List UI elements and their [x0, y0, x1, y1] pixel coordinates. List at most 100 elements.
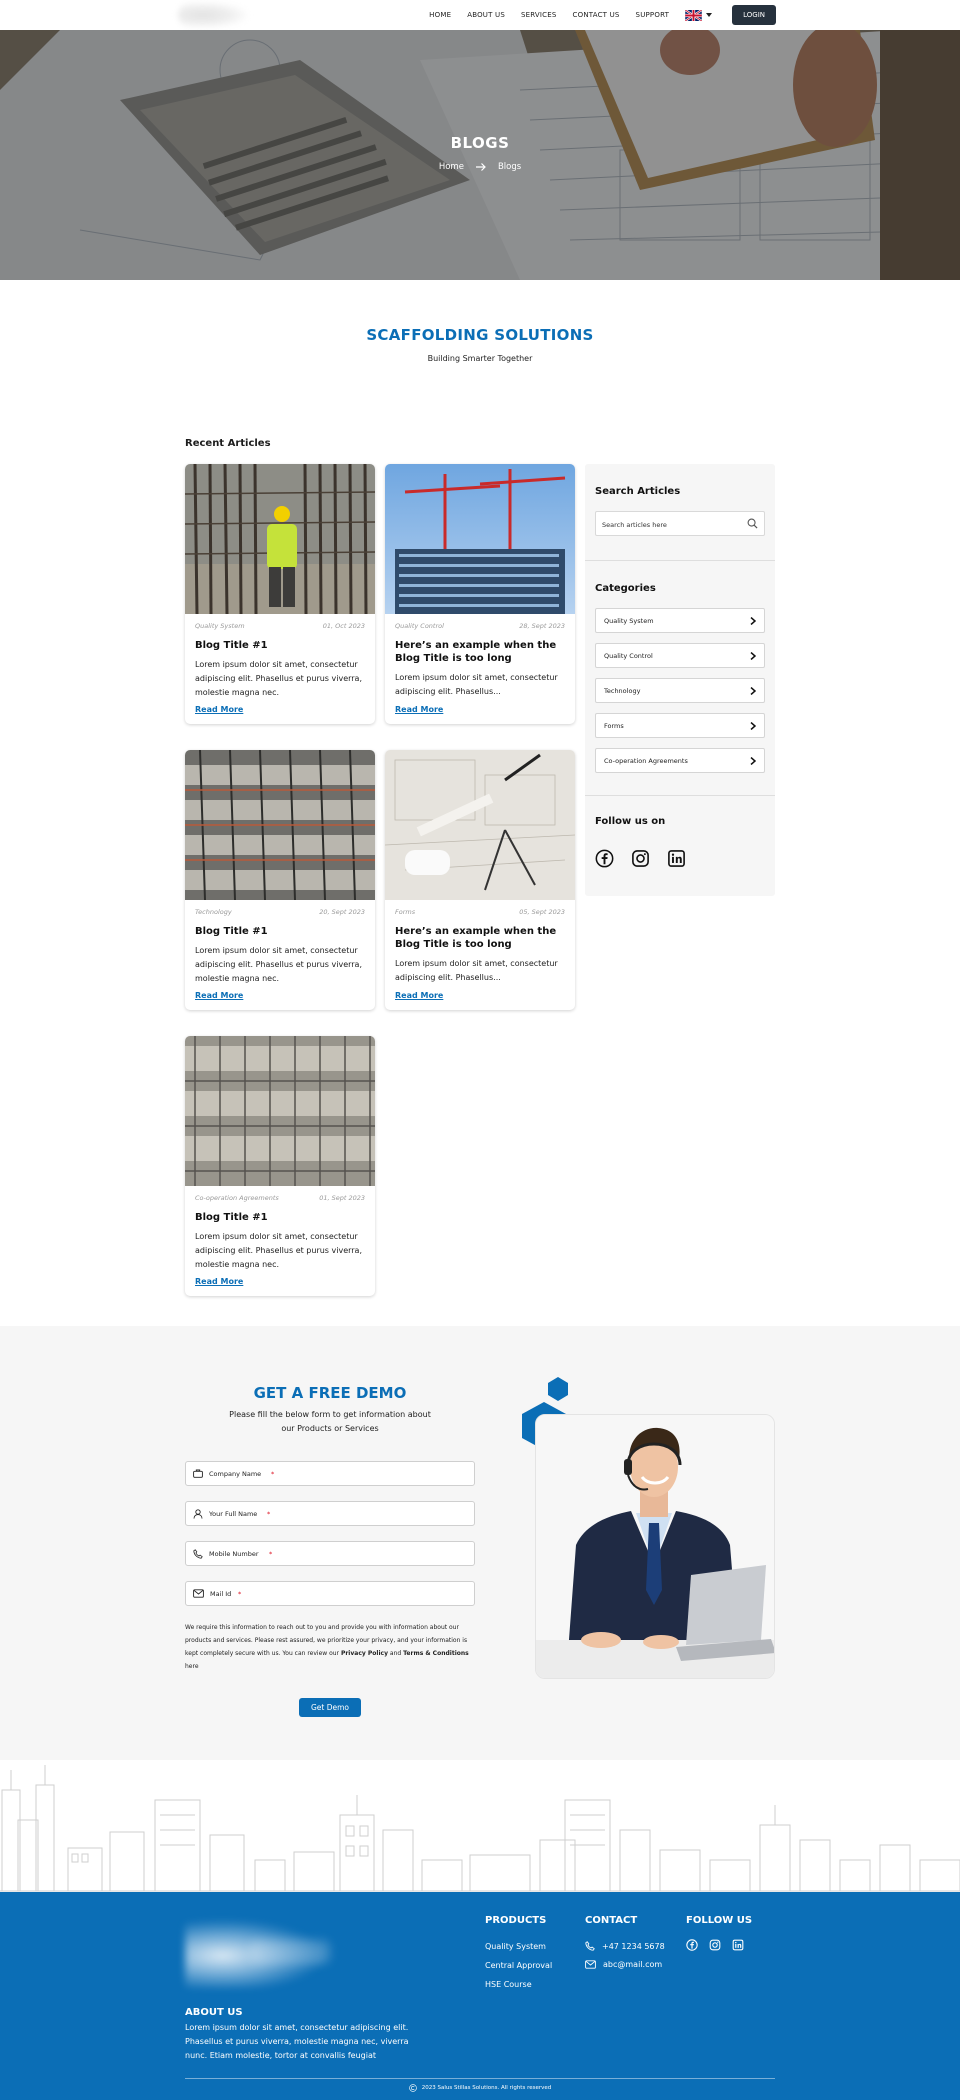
article-category: Forms — [395, 908, 416, 916]
sidebar-social-links — [595, 849, 686, 868]
nav-support[interactable]: SUPPORT — [636, 11, 670, 19]
footer-phone[interactable]: +47 1234 5678 — [585, 1941, 665, 1951]
terms-link[interactable]: Terms & Conditions — [403, 1650, 469, 1657]
site-logo[interactable] — [178, 2, 248, 28]
category-item[interactable]: Technology — [595, 678, 765, 703]
top-navigation: HOME ABOUT US SERVICES CONTACT US SUPPOR… — [0, 0, 960, 30]
company-name-field[interactable]: * — [185, 1461, 475, 1486]
facebook-icon[interactable] — [686, 1939, 698, 1951]
chevron-right-icon — [750, 686, 756, 695]
article-title[interactable]: Blog Title #1 — [185, 925, 375, 938]
footer-copyright: 2023 Salus Stillas Solutions. All rights… — [0, 2084, 960, 2092]
full-name-input[interactable] — [209, 1509, 265, 1518]
article-excerpt: Lorem ipsum dolor sit amet, consectetur … — [395, 959, 558, 982]
footer-email[interactable]: abc@mail.com — [585, 1960, 662, 1969]
hero-overlay — [0, 30, 960, 280]
article-date: 01, Sept 2023 — [319, 1194, 365, 1202]
phone-icon — [585, 1941, 595, 1951]
footer-product-link[interactable]: Quality System — [485, 1942, 546, 1951]
article-title[interactable]: Here’s an example when the Blog Title is… — [385, 639, 575, 665]
article-card[interactable]: Co-operation Agreements 01, Sept 2023 Bl… — [185, 1036, 375, 1296]
breadcrumb-home[interactable]: Home — [439, 162, 464, 172]
category-item[interactable]: Quality Control — [595, 643, 765, 668]
full-name-field[interactable]: * — [185, 1501, 475, 1526]
categories-heading: Categories — [595, 583, 656, 594]
search-icon[interactable] — [747, 518, 758, 529]
footer-follow-heading: FOLLOW US — [686, 1915, 753, 1926]
breadcrumb: Home Blogs — [0, 162, 960, 172]
chevron-right-icon — [750, 616, 756, 625]
nav-contact-us[interactable]: CONTACT US — [573, 11, 620, 19]
footer-about-heading: ABOUT US — [185, 2007, 243, 2018]
read-more-link[interactable]: Read More — [195, 705, 243, 714]
article-card[interactable]: Technology 20, Sept 2023 Blog Title #1 L… — [185, 750, 375, 1010]
article-meta: Co-operation Agreements 01, Sept 2023 — [185, 1194, 375, 1202]
mail-id-field[interactable]: * — [185, 1581, 475, 1606]
category-label: Co-operation Agreements — [604, 756, 688, 765]
mobile-number-field[interactable]: * — [185, 1541, 475, 1566]
intro-section: SCAFFOLDING SOLUTIONS Building Smarter T… — [0, 280, 960, 420]
facebook-icon[interactable] — [595, 849, 614, 868]
mail-icon — [193, 1589, 204, 1598]
article-card[interactable]: Forms 05, Sept 2023 Here’s an example wh… — [385, 750, 575, 1010]
mail-id-input[interactable] — [210, 1589, 236, 1598]
linkedin-icon[interactable] — [667, 849, 686, 868]
blog-sidebar: Search Articles Categories Quality Syste… — [585, 464, 775, 896]
chevron-down-icon — [706, 13, 713, 17]
support-agent-image — [536, 1415, 774, 1678]
language-selector[interactable] — [685, 9, 713, 21]
required-marker: * — [271, 1469, 275, 1478]
search-input[interactable] — [596, 513, 736, 537]
article-excerpt: Lorem ipsum dolor sit amet, consectetur … — [195, 1232, 363, 1269]
article-title[interactable]: Here’s an example when the Blog Title is… — [385, 925, 575, 951]
privacy-notice: We require this information to reach out… — [185, 1621, 475, 1673]
mobile-number-input[interactable] — [209, 1549, 267, 1558]
article-excerpt: Lorem ipsum dolor sit amet, consectetur … — [395, 673, 558, 696]
footer-about-text: Lorem ipsum dolor sit amet, consectetur … — [185, 2023, 409, 2060]
read-more-link[interactable]: Read More — [195, 991, 243, 1000]
copyright-text: 2023 Salus Stillas Solutions. All rights… — [421, 2085, 552, 2091]
category-item[interactable]: Forms — [595, 713, 765, 738]
search-box — [595, 511, 765, 537]
instagram-icon[interactable] — [631, 849, 650, 868]
main-nav: HOME ABOUT US SERVICES CONTACT US SUPPOR… — [429, 0, 776, 30]
demo-subtitle: Please fill the below form to get inform… — [229, 1410, 431, 1433]
read-more-link[interactable]: Read More — [395, 705, 443, 714]
read-more-link[interactable]: Read More — [395, 991, 443, 1000]
breadcrumb-current: Blogs — [497, 162, 522, 172]
category-item[interactable]: Quality System — [595, 608, 765, 633]
footer-social-links — [686, 1939, 744, 1951]
instagram-icon[interactable] — [709, 1939, 721, 1951]
article-card[interactable]: Quality System 01, Oct 2023 Blog Title #… — [185, 464, 375, 724]
section-title: SCAFFOLDING SOLUTIONS — [366, 326, 594, 344]
linkedin-icon[interactable] — [732, 1939, 744, 1951]
category-label: Technology — [604, 686, 641, 695]
footer-phone-number: +47 1234 5678 — [602, 1941, 665, 1951]
article-category: Technology — [195, 908, 232, 916]
article-image-blueprint-compass — [385, 750, 575, 900]
nav-home[interactable]: HOME — [429, 11, 451, 19]
required-marker: * — [238, 1589, 242, 1598]
footer-logo-text — [250, 1940, 330, 1964]
read-more-link[interactable]: Read More — [195, 1277, 243, 1286]
article-card[interactable]: Quality Control 28, Sept 2023 Here’s an … — [385, 464, 575, 724]
footer-product-link[interactable]: Central Approval — [485, 1961, 552, 1970]
follow-us-heading: Follow us on — [595, 816, 666, 827]
arrow-right-icon — [475, 163, 486, 171]
privacy-policy-link[interactable]: Privacy Policy — [341, 1650, 388, 1657]
article-excerpt: Lorem ipsum dolor sit amet, consectetur … — [195, 946, 363, 983]
footer-product-link[interactable]: HSE Course — [485, 1980, 532, 1989]
article-title[interactable]: Blog Title #1 — [185, 639, 375, 652]
nav-services[interactable]: SERVICES — [521, 11, 557, 19]
login-button[interactable]: LOGIN — [732, 5, 776, 25]
article-title[interactable]: Blog Title #1 — [185, 1211, 375, 1224]
get-demo-button[interactable]: Get Demo — [299, 1698, 361, 1717]
page-title: BLOGS — [450, 134, 510, 152]
company-name-input[interactable] — [209, 1469, 269, 1478]
footer-email-address: abc@mail.com — [603, 1960, 663, 1969]
nav-about-us[interactable]: ABOUT US — [467, 11, 505, 19]
sidebar-divider — [585, 560, 775, 561]
category-item[interactable]: Co-operation Agreements — [595, 748, 765, 773]
privacy-here: here — [185, 1663, 199, 1670]
mail-icon — [585, 1960, 596, 1969]
